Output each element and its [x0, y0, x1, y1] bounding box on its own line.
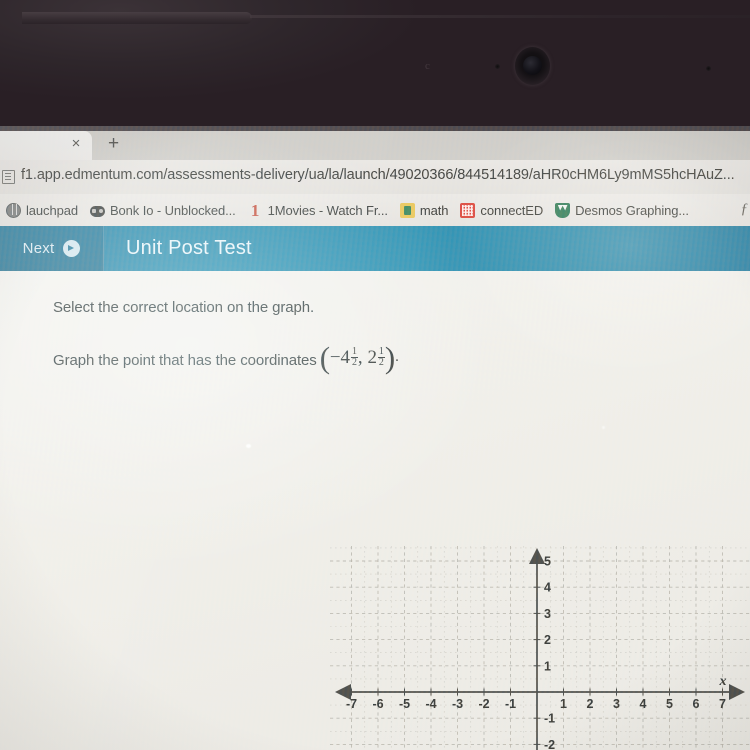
svg-text:1: 1 [560, 697, 567, 711]
new-tab-icon[interactable]: + [104, 134, 123, 154]
close-icon[interactable]: × [68, 136, 84, 152]
desmos-logo-icon [555, 202, 571, 218]
x-denominator: 2 [350, 357, 358, 368]
math-book-icon [399, 202, 415, 218]
svg-text:-2: -2 [544, 738, 555, 750]
svg-text:-3: -3 [452, 697, 463, 711]
bookmarks-overflow-icon[interactable]: ƒ [741, 201, 749, 218]
svg-text:3: 3 [544, 607, 551, 621]
document-icon [2, 170, 15, 184]
svg-text:1: 1 [544, 659, 551, 673]
coordinate-graph[interactable]: -7-6-5-4-3-2-112345677654321-1-2-3-4 yx [330, 546, 750, 750]
grid-lines [330, 546, 750, 750]
bookmark-lauchpad[interactable]: lauchpad [6, 202, 78, 218]
y-denominator: 2 [377, 357, 385, 368]
axis-tick-labels: -7-6-5-4-3-2-112345677654321-1-2-3-4 [346, 555, 726, 750]
instruction-text: Select the correct location on the graph… [53, 299, 315, 316]
bookmark-label: connectED [480, 202, 544, 218]
y-numerator: 1 [378, 346, 384, 357]
svg-text:2: 2 [587, 697, 594, 711]
screen-dust-speck [602, 426, 605, 429]
svg-text:x: x [719, 674, 727, 689]
x-whole: 4 [340, 346, 351, 368]
bookmark-connected[interactable]: connectED [460, 202, 544, 218]
webcam-lens-icon [523, 56, 542, 75]
svg-text:6: 6 [693, 697, 700, 711]
screen-glare-speck [246, 444, 251, 448]
svg-text:-7: -7 [346, 697, 357, 711]
svg-text:2: 2 [544, 633, 551, 647]
question-content: Select the correct location on the graph… [0, 271, 750, 750]
bookmark-bonk-io[interactable]: Bonk Io - Unblocked... [89, 202, 236, 218]
svg-text:-4: -4 [425, 697, 436, 711]
bookmark-label: Desmos Graphing... [575, 202, 689, 218]
prompt-row: Graph the point that has the coordinates… [53, 342, 399, 373]
axis-lines [335, 548, 745, 750]
y-coordinate: 212 [368, 347, 385, 369]
close-paren: ) [384, 339, 396, 375]
next-button[interactable]: Next [0, 226, 104, 271]
graph-canvas[interactable]: -7-6-5-4-3-2-112345677654321-1-2-3-4 yx [330, 546, 750, 750]
bookmark-1movies[interactable]: 1 1Movies - Watch Fr... [248, 200, 388, 220]
svg-text:-1: -1 [544, 712, 555, 726]
browser-omnibox[interactable]: f1.app.edmentum.com/assessments-delivery… [0, 160, 750, 194]
svg-text:-1: -1 [505, 697, 516, 711]
bookmark-label: Bonk Io - Unblocked... [109, 202, 236, 218]
bookmark-desmos[interactable]: Desmos Graphing... [555, 202, 689, 218]
sentence-period: . [395, 349, 399, 365]
svg-text:-5: -5 [399, 697, 410, 711]
y-fraction: 12 [377, 346, 385, 368]
x-coordinate: −4 1 2 [330, 347, 358, 369]
x-sign: − [329, 346, 341, 368]
svg-text:-6: -6 [372, 697, 383, 711]
y-whole: 2 [367, 346, 378, 368]
gamepad-icon [89, 205, 105, 217]
svg-text:-2: -2 [478, 697, 489, 711]
bookmark-math[interactable]: math [399, 202, 449, 218]
browser-tab-strip: × + [0, 126, 750, 160]
svg-text:4: 4 [640, 697, 647, 711]
x-numerator: 1 [351, 346, 357, 357]
bezel-seam [250, 15, 750, 18]
page-title: Unit Post Test [126, 237, 252, 259]
x-fraction: 12 [350, 346, 358, 368]
svg-text:4: 4 [544, 581, 551, 595]
bookmarks-bar: lauchpad Bonk Io - Unblocked... 1 1Movie… [0, 194, 750, 226]
assessment-header: Next Unit Post Test [0, 226, 750, 271]
connected-logo-icon [460, 202, 476, 218]
svg-text:3: 3 [613, 697, 620, 711]
bezel-lip [22, 12, 252, 24]
svg-text:5: 5 [666, 697, 673, 711]
svg-text:7: 7 [719, 697, 726, 711]
laptop-bezel: c [0, 0, 750, 126]
prompt-text: Graph the point that has the coordinates [53, 352, 317, 369]
microphone-hole-right [706, 66, 711, 71]
globe-icon [6, 202, 21, 218]
coordinate-expression: ( −4 1 2 , 212 ) . [319, 339, 399, 375]
next-button-label: Next [22, 240, 55, 257]
coordinate-comma: , [357, 346, 363, 368]
svg-text:5: 5 [544, 555, 551, 569]
open-paren: ( [319, 339, 330, 375]
circle-arrow-right-icon [63, 240, 81, 257]
bezel-marking: c [425, 60, 430, 72]
url-text[interactable]: f1.app.edmentum.com/assessments-delivery… [21, 167, 747, 183]
bookmark-label: 1Movies - Watch Fr... [267, 202, 388, 218]
webcam-icon [515, 47, 550, 85]
laptop-screen: × + f1.app.edmentum.com/assessments-deli… [0, 126, 750, 750]
bookmark-label: math [419, 202, 449, 218]
numeral-one-icon: 1 [250, 200, 260, 220]
bookmark-label: lauchpad [26, 202, 78, 218]
microphone-hole-left [495, 64, 500, 69]
